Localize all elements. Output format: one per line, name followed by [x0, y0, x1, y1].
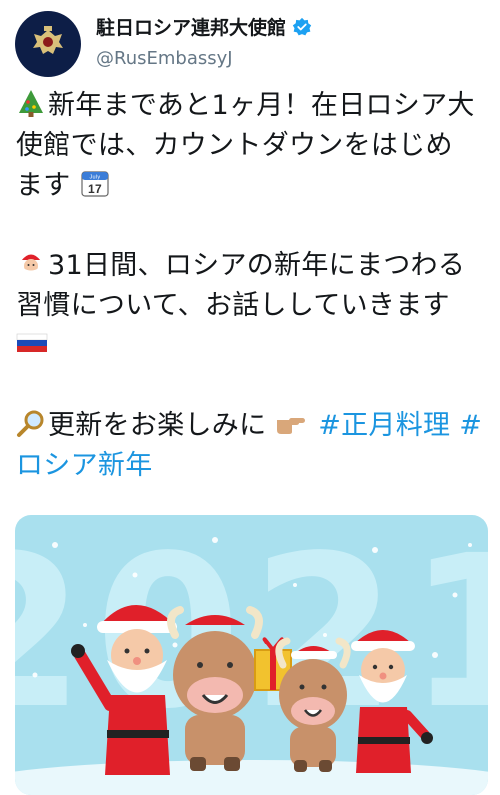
russian-coat-of-arms-icon: [33, 26, 63, 54]
tweet-line-5: 習慣について、お話ししていきます: [16, 290, 450, 321]
calendar-day: 17: [88, 182, 102, 196]
tweet-line-2: 使館では、カウントダウンをはじめ: [16, 130, 453, 161]
author-display-name[interactable]: 駐日ロシア連邦大使館: [96, 13, 286, 40]
tweet-line: ロシア新年: [16, 446, 490, 486]
tweet-text: 新年まであと1ヶ月！在日ロシア大 使館では、カウントダウンをはじめ ます Jul…: [16, 86, 490, 486]
author-avatar[interactable]: [15, 11, 81, 77]
author-handle[interactable]: @RusEmbassyJ: [96, 48, 233, 69]
tweet-line-1: 新年まであと1ヶ月！在日ロシア大: [48, 90, 475, 121]
tweet-media-image[interactable]: 2021: [15, 515, 488, 795]
calendar-month: July: [89, 175, 100, 181]
calendar-icon: July 17: [80, 171, 109, 197]
tweet-line: ます July 17: [16, 166, 490, 206]
magnifier-icon: [17, 410, 44, 437]
santa-icon: [20, 254, 42, 274]
christmas-tree-icon: [19, 90, 43, 117]
hashtag-link-continued[interactable]: ロシア新年: [16, 450, 153, 481]
russian-flag-icon: [16, 333, 48, 352]
tweet-line: 31日間、ロシアの新年にまつわる: [16, 246, 490, 286]
tweet-line-6: 更新をお楽しみに: [48, 410, 267, 441]
verified-badge-icon: [292, 17, 312, 35]
author-name-row[interactable]: 駐日ロシア連邦大使館: [96, 13, 312, 40]
hashtag-link[interactable]: #: [459, 410, 482, 441]
pointing-hand-icon: [277, 418, 306, 434]
tweet-line-3: ます: [16, 170, 71, 201]
tweet-line-4: 31日間、ロシアの新年にまつわる: [48, 250, 466, 281]
tweet-line: [16, 326, 490, 366]
santas-and-bulls-illustration: 2021: [15, 515, 488, 795]
tweet-line: 更新をお楽しみに #正月料理 #: [16, 406, 490, 446]
tweet-line: 新年まであと1ヶ月！在日ロシア大: [16, 86, 490, 126]
hashtag-link[interactable]: #正月料理: [318, 410, 450, 441]
